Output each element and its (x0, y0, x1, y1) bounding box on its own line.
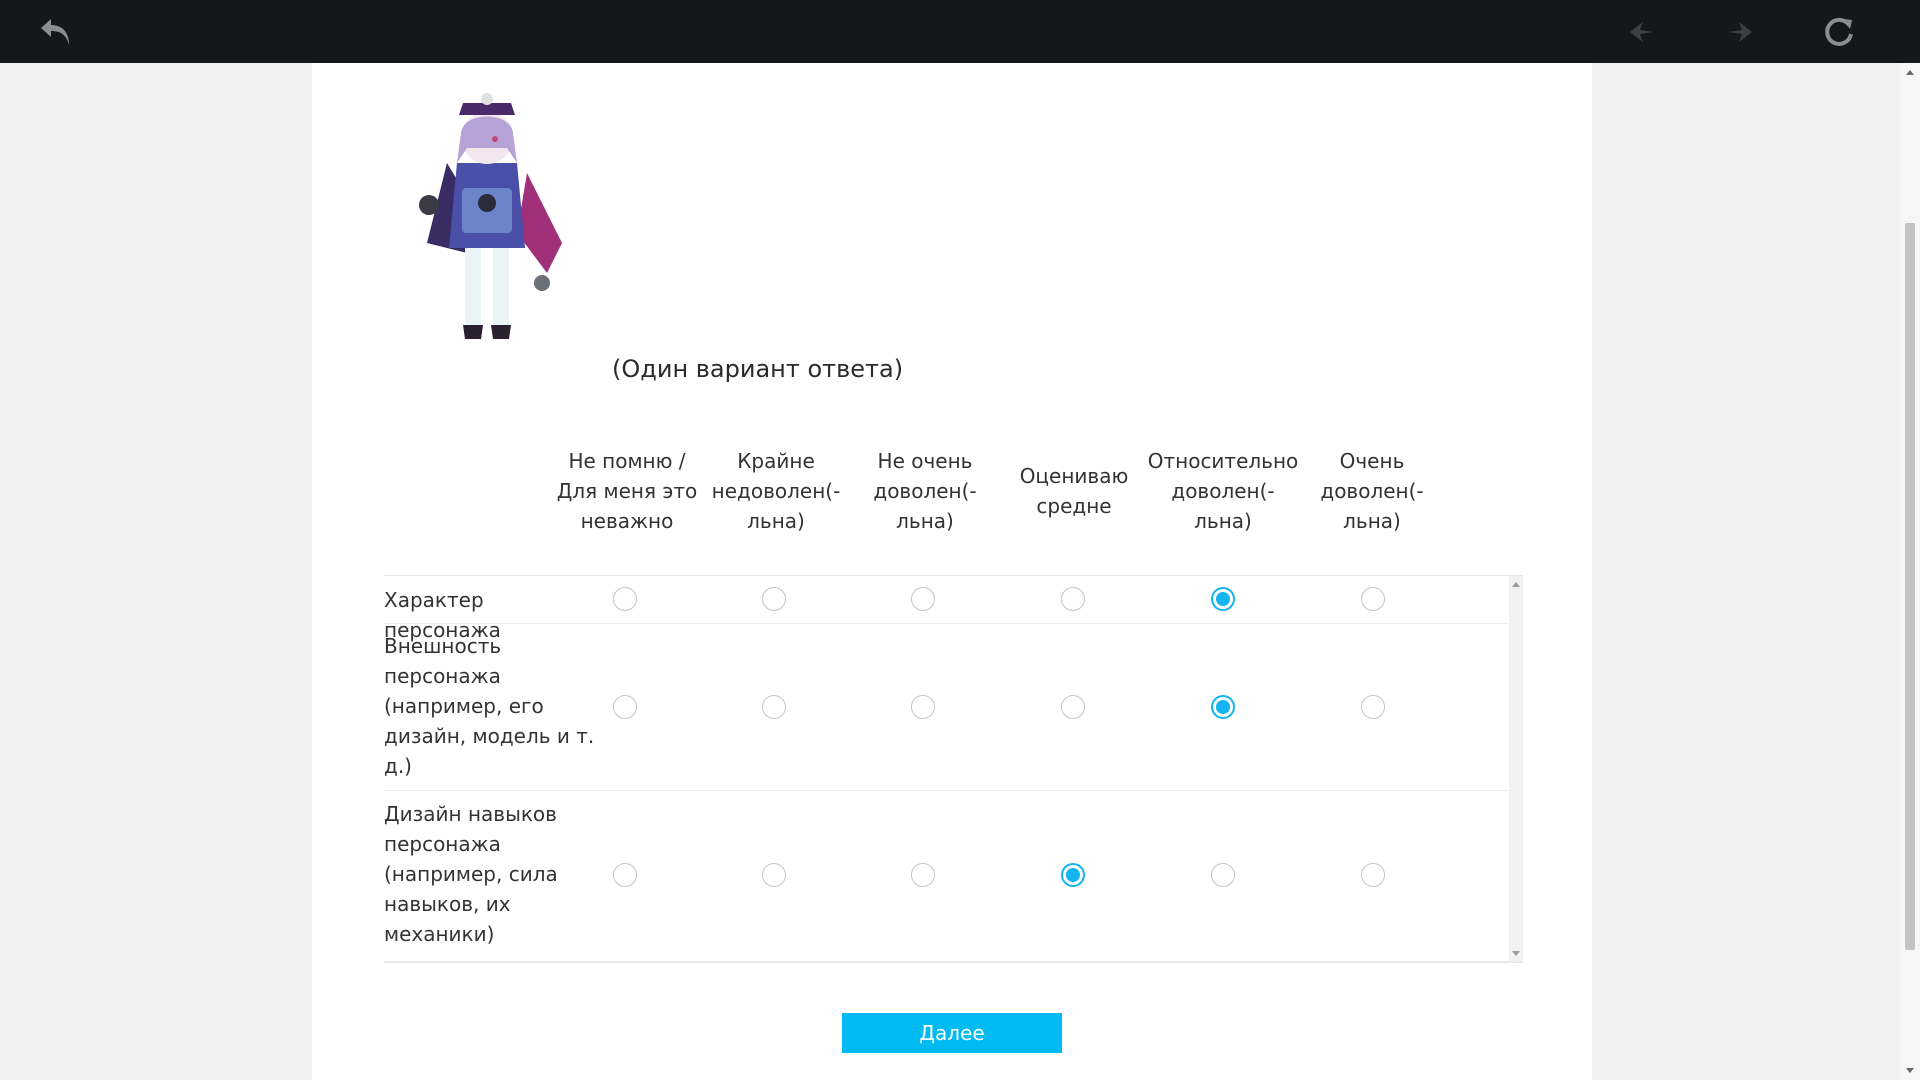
radio-row1-col5[interactable] (1211, 587, 1235, 611)
scroll-up-arrow-icon[interactable] (1512, 582, 1520, 587)
radio-row3-col6[interactable] (1361, 863, 1385, 887)
matrix-scrollbar[interactable] (1509, 576, 1523, 962)
row-label: Дизайн навыков персонажа (например, сила… (384, 802, 558, 946)
radio-row2-col4[interactable] (1061, 695, 1085, 719)
radio-row2-col5[interactable] (1211, 695, 1235, 719)
radio-row1-col4[interactable] (1061, 587, 1085, 611)
browser-toolbar (0, 0, 1920, 63)
column-header-dont-remember: Не помню / Для меня это неважно (556, 449, 698, 533)
column-header-very-dissatisfied: Крайне недоволен(-льна) (711, 449, 841, 533)
reload-icon[interactable] (1819, 12, 1859, 52)
scroll-down-arrow-icon[interactable] (1512, 951, 1520, 956)
radio-row3-col2[interactable] (762, 863, 786, 887)
matrix-header: Не помню / Для меня это неважно Крайне н… (384, 408, 1523, 575)
radio-row1-col6[interactable] (1361, 587, 1385, 611)
radio-row3-col3[interactable] (911, 863, 935, 887)
radio-row2-col1[interactable] (613, 695, 637, 719)
radio-row2-col2[interactable] (762, 695, 786, 719)
next-button[interactable]: Далее (842, 1013, 1062, 1053)
radio-row3-col1[interactable] (613, 863, 637, 887)
scroll-down-arrow-icon[interactable] (1906, 1068, 1914, 1073)
radio-row1-col2[interactable] (762, 587, 786, 611)
matrix-row-skill-design: Дизайн навыков персонажа (например, сила… (384, 791, 1509, 962)
radio-row1-col1[interactable] (613, 587, 637, 611)
scroll-up-arrow-icon[interactable] (1906, 70, 1914, 75)
answer-instruction: (Один вариант ответа) (612, 355, 904, 383)
radio-row3-col4[interactable] (1061, 863, 1085, 887)
column-header-average: Оцениваю средне (1019, 464, 1129, 518)
radio-row1-col3[interactable] (911, 587, 935, 611)
character-illustration (407, 93, 577, 353)
scrollbar-thumb[interactable] (1905, 223, 1915, 950)
radio-row2-col6[interactable] (1361, 695, 1385, 719)
column-header-not-very-satisfied: Не очень доволен(-льна) (873, 449, 977, 533)
matrix-rows: Характер персонажа Внешность персонажа (… (384, 575, 1523, 963)
matrix-row-character: Характер персонажа (384, 576, 1509, 642)
survey-panel: (Один вариант ответа) Не помню / Для мен… (312, 63, 1592, 1080)
row-label: Внешность персонажа (например, его дизай… (384, 634, 595, 778)
page-scrollbar[interactable] (1900, 63, 1920, 1080)
previous-icon[interactable] (1622, 12, 1662, 52)
column-header-fairly-satisfied: Относительно доволен(-льна) (1147, 449, 1299, 533)
next-icon[interactable] (1720, 12, 1760, 52)
column-header-very-satisfied: Очень доволен(-льна) (1320, 449, 1424, 533)
radio-row3-col5[interactable] (1211, 863, 1235, 887)
matrix-row-appearance: Внешность персонажа (например, его дизай… (384, 624, 1509, 791)
back-arrow-icon[interactable] (35, 12, 75, 52)
radio-row2-col3[interactable] (911, 695, 935, 719)
